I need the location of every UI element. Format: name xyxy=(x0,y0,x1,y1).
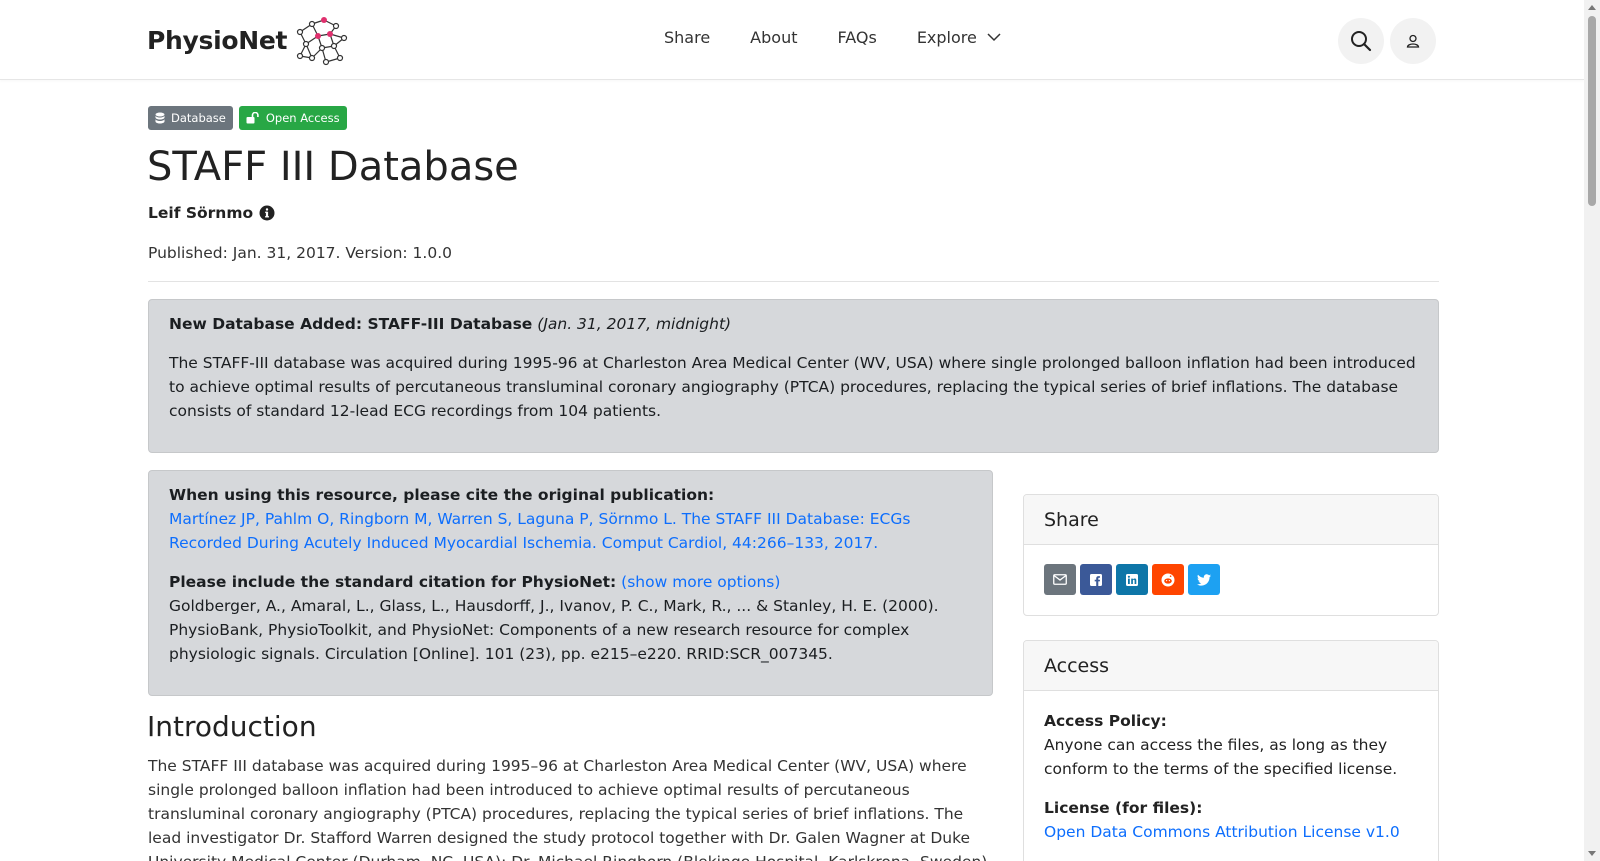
news-heading: New Database Added: STAFF-III Database xyxy=(169,315,533,333)
author-line: Leif Sörnmo xyxy=(148,204,275,222)
access-policy-text: Anyone can access the files, as long as … xyxy=(1044,736,1398,778)
access-card-title: Access xyxy=(1024,641,1438,691)
nav-share[interactable]: Share xyxy=(664,28,710,47)
introduction-heading: Introduction xyxy=(147,710,317,743)
share-card: Share xyxy=(1023,494,1439,616)
unlock-icon xyxy=(246,112,259,124)
share-card-title: Share xyxy=(1024,495,1438,545)
search-icon xyxy=(1351,31,1372,52)
license-block: License (for files): Open Data Commons A… xyxy=(1044,796,1418,844)
license-label: License (for files): xyxy=(1044,799,1203,817)
open-access-badge-label: Open Access xyxy=(265,111,340,125)
original-citation-label: When using this resource, please cite th… xyxy=(169,486,715,504)
nav-faqs[interactable]: FAQs xyxy=(837,28,876,47)
scroll-up-icon[interactable] xyxy=(1588,5,1596,10)
info-icon[interactable] xyxy=(259,205,275,221)
standard-citation-label: Please include the standard citation for… xyxy=(169,573,617,591)
original-citation-link[interactable]: Martínez JP, Pahlm O, Ringborn M, Warren… xyxy=(169,510,910,552)
scrollbar-thumb[interactable] xyxy=(1588,16,1596,206)
account-button[interactable] xyxy=(1390,18,1436,64)
project-badges: Database Open Access xyxy=(148,106,353,130)
news-body: The STAFF-III database was acquired duri… xyxy=(169,354,1416,420)
open-access-badge: Open Access xyxy=(238,106,347,130)
page-scrollbar[interactable] xyxy=(1584,0,1600,861)
news-heading-line: New Database Added: STAFF-III Database (… xyxy=(169,312,1418,336)
facebook-icon xyxy=(1090,573,1102,586)
database-badge-label: Database xyxy=(171,111,226,125)
nav-explore[interactable]: Explore xyxy=(917,28,1001,47)
main-nav: Share About FAQs Explore xyxy=(664,28,1001,47)
page-title: STAFF III Database xyxy=(147,144,519,190)
access-policy-label: Access Policy: xyxy=(1044,712,1167,730)
physionet-logo[interactable]: PhysioNet xyxy=(147,14,350,66)
share-reddit-button[interactable] xyxy=(1152,564,1184,595)
nav-about[interactable]: About xyxy=(750,28,797,47)
share-facebook-button[interactable] xyxy=(1080,564,1112,595)
scroll-down-icon[interactable] xyxy=(1588,851,1596,856)
author-name[interactable]: Leif Sörnmo xyxy=(148,204,253,222)
linkedin-icon xyxy=(1126,573,1138,586)
show-more-options-link[interactable]: (show more options) xyxy=(621,573,780,591)
email-icon xyxy=(1053,574,1067,585)
top-navbar: PhysioNet Share About FAQs Explore xyxy=(0,0,1584,80)
search-button[interactable] xyxy=(1338,18,1384,64)
database-icon xyxy=(155,112,165,124)
share-email-button[interactable] xyxy=(1044,564,1076,595)
standard-citation-text: Goldberger, A., Amaral, L., Glass, L., H… xyxy=(169,597,939,663)
access-card-body: Access Policy: Anyone can access the fil… xyxy=(1024,691,1438,861)
logo-text: PhysioNet xyxy=(147,25,288,55)
citation-alert: When using this resource, please cite th… xyxy=(148,470,993,696)
license-link[interactable]: Open Data Commons Attribution License v1… xyxy=(1044,823,1400,841)
network-logo-icon xyxy=(297,17,348,66)
standard-citation: Please include the standard citation for… xyxy=(169,570,972,666)
share-twitter-button[interactable] xyxy=(1188,564,1220,595)
share-buttons xyxy=(1024,545,1438,614)
nav-explore-label: Explore xyxy=(916,28,977,47)
database-badge: Database xyxy=(148,106,233,130)
divider xyxy=(148,281,1439,282)
news-alert: New Database Added: STAFF-III Database (… xyxy=(148,299,1439,453)
access-card: Access Access Policy: Anyone can access … xyxy=(1023,640,1439,861)
news-date: (Jan. 31, 2017, midnight) xyxy=(537,315,732,333)
share-linkedin-button[interactable] xyxy=(1116,564,1148,595)
twitter-icon xyxy=(1197,573,1211,586)
reddit-icon xyxy=(1161,573,1175,586)
chevron-down-icon xyxy=(987,33,1001,42)
published-info: Published: Jan. 31, 2017. Version: 1.0.0 xyxy=(148,244,452,262)
introduction-text: The STAFF III database was acquired duri… xyxy=(148,757,987,861)
user-icon xyxy=(1406,34,1420,48)
original-citation: When using this resource, please cite th… xyxy=(169,483,972,555)
